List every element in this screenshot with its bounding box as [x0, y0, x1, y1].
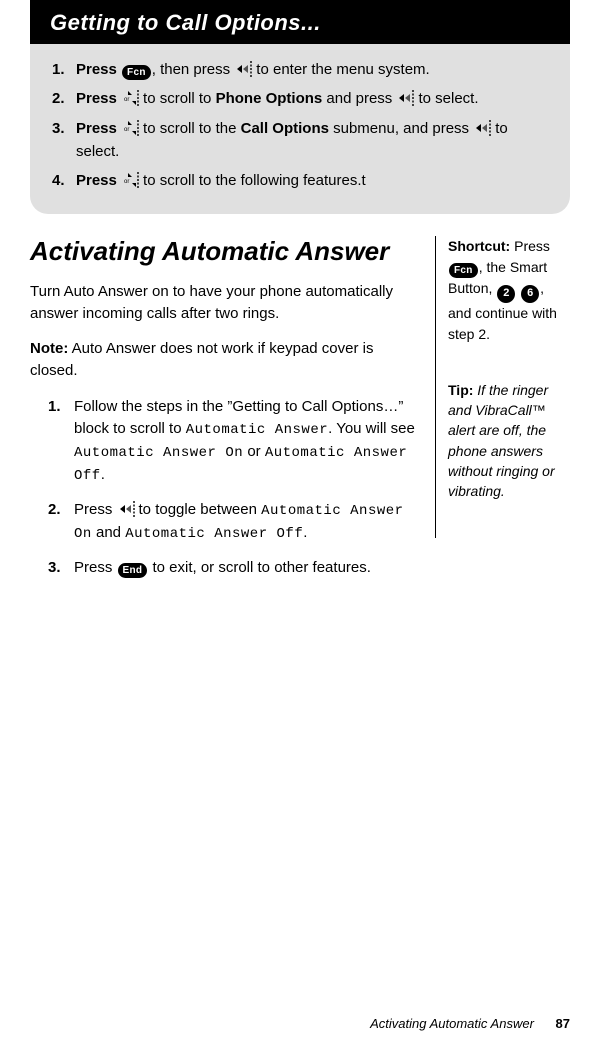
section-heading: Activating Automatic Answer: [30, 236, 417, 267]
fcn-key-icon: Fcn: [122, 65, 151, 80]
scroll-icon: [122, 120, 142, 136]
getting-step-1: 1. Press Fcn, then press to enter the me…: [52, 58, 548, 81]
getting-step-4: 4. Press to scroll to the following feat…: [52, 169, 548, 192]
select-icon: [397, 90, 417, 106]
shortcut-block: Shortcut: Press Fcn, the Smart Button, 2…: [448, 236, 570, 344]
digit-6-icon: 6: [521, 285, 539, 303]
page-footer: Activating Automatic Answer 87: [370, 1016, 570, 1031]
footer-section: Activating Automatic Answer: [370, 1016, 534, 1031]
step-1: 1. Follow the steps in the ”Getting to C…: [48, 396, 417, 488]
step-2: 2. Press to toggle between Automatic Ans…: [48, 499, 417, 545]
digit-2-icon: 2: [497, 285, 515, 303]
page-number: 87: [556, 1016, 570, 1031]
scroll-icon: [122, 172, 142, 188]
end-key-icon: End: [118, 563, 148, 578]
getting-step-3: 3. Press to scroll to the Call Options s…: [52, 117, 548, 164]
select-icon: [235, 61, 255, 77]
scroll-icon: [122, 90, 142, 106]
step-3: 3. Press End to exit, or scroll to other…: [48, 557, 417, 580]
getting-to-box: Getting to Call Options... 1. Press Fcn,…: [30, 0, 570, 214]
select-icon: [118, 501, 138, 517]
select-icon: [474, 120, 494, 136]
intro-paragraph: Turn Auto Answer on to have your phone a…: [30, 281, 417, 325]
tip-block: Tip: If the ringer and VibraCall™ alert …: [448, 380, 570, 502]
box-title: Getting to Call Options...: [30, 0, 570, 44]
fcn-key-icon: Fcn: [449, 263, 478, 278]
getting-step-2: 2. Press to scroll to Phone Options and …: [52, 87, 548, 110]
note-paragraph: Note: Auto Answer does not work if keypa…: [30, 338, 417, 382]
